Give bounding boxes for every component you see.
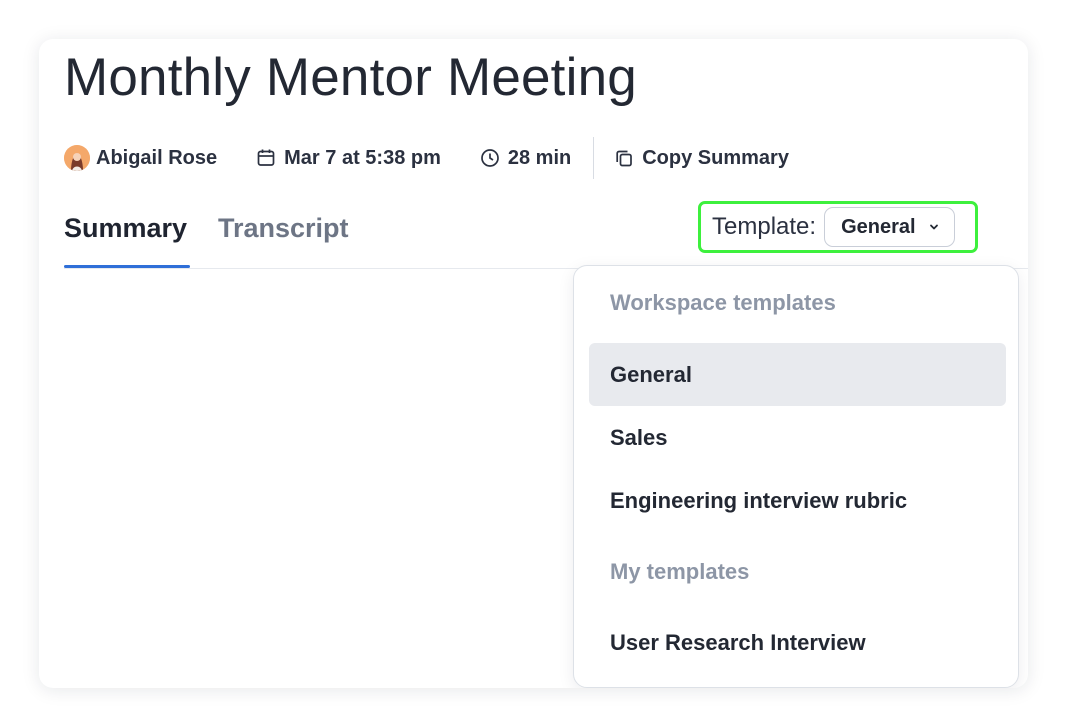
meeting-card: Monthly Mentor Meeting Abigail Rose Mar … [39,39,1028,688]
meeting-meta-bar: Abigail Rose Mar 7 at 5:38 pm 28 min Cop… [64,137,789,179]
meta-divider [593,137,595,179]
meeting-duration-text: 28 min [507,146,572,169]
avatar [64,145,90,171]
group-heading-my-templates: My templates [610,559,750,584]
copy-icon [614,148,634,168]
template-select[interactable]: General [824,207,955,247]
template-option-general[interactable]: General [589,343,1006,406]
template-dropdown-menu: Workspace templates General Sales Engine… [573,265,1019,688]
template-selected-value: General [841,215,916,238]
template-option-sales[interactable]: Sales [589,406,1006,469]
meeting-duration: 28 min [480,147,571,170]
meeting-date-text: Mar 7 at 5:38 pm [284,146,441,169]
owner-name: Abigail Rose [96,146,218,169]
template-option-user-research-interview[interactable]: User Research Interview [589,611,1006,674]
calendar-icon [256,148,276,168]
group-heading-workspace: Workspace templates [610,290,836,315]
template-label: Template: [712,213,817,240]
page-title: Monthly Mentor Meeting [64,48,637,107]
chevron-down-icon [928,221,940,233]
template-option-engineering-interview-rubric[interactable]: Engineering interview rubric [589,469,1006,532]
tab-transcript[interactable]: Transcript [218,213,349,244]
template-picker: Template: General [698,201,978,253]
meeting-owner: Abigail Rose [64,145,217,171]
copy-summary-button[interactable]: Copy Summary [614,147,789,170]
copy-summary-label: Copy Summary [642,146,789,169]
tab-summary[interactable]: Summary [64,213,187,244]
meeting-date: Mar 7 at 5:38 pm [256,147,441,170]
clock-icon [480,148,500,168]
